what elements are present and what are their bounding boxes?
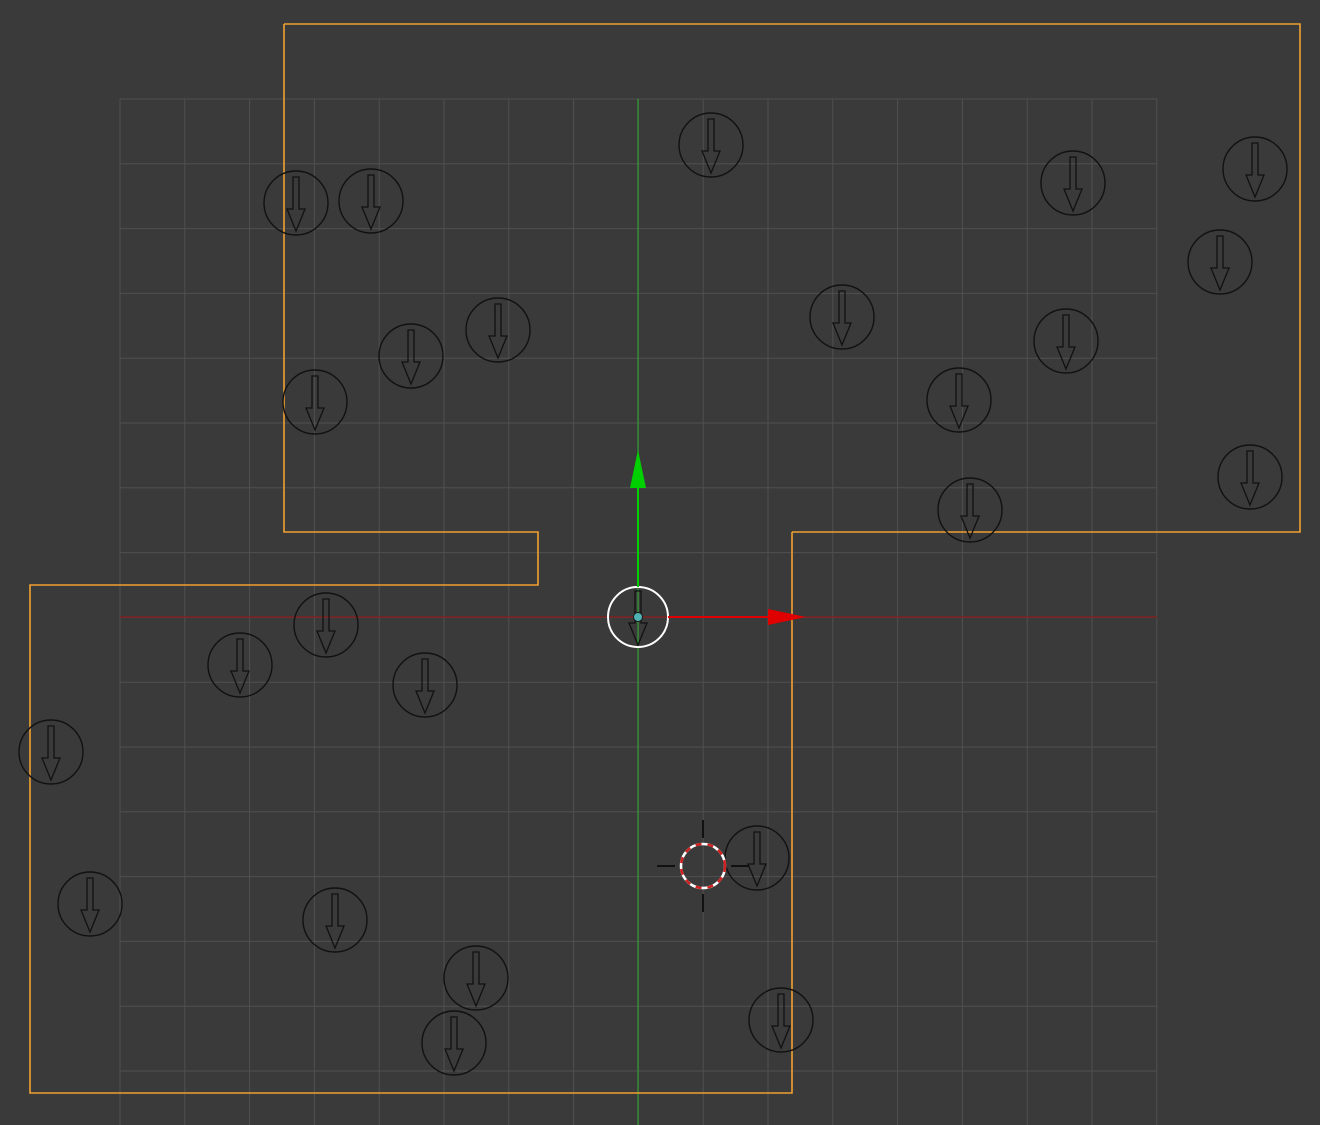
object-origin-dot[interactable] [633, 612, 643, 622]
3d-viewport[interactable] [0, 0, 1320, 1125]
viewport-background [0, 0, 1320, 1125]
viewport-canvas[interactable] [0, 0, 1320, 1125]
